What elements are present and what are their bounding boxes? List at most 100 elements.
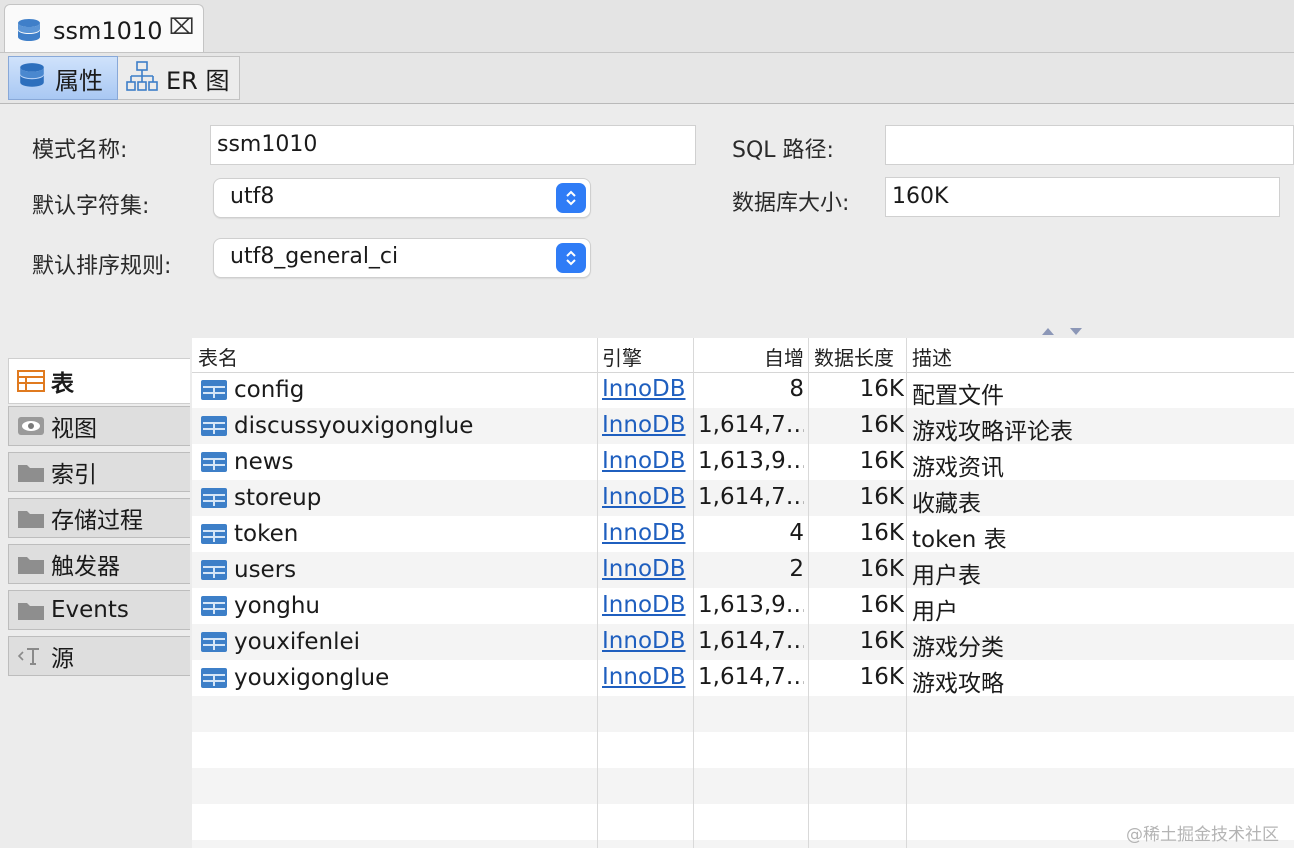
data-length-cell: 16K xyxy=(859,448,904,474)
collation-select[interactable]: utf8_general_ci xyxy=(213,238,591,278)
table-row[interactable]: token InnoDB 4 16K token 表 xyxy=(192,516,1294,552)
comment-cell: 用户表 xyxy=(912,563,981,588)
table-icon xyxy=(200,631,228,653)
sidebar-item-label: 源 xyxy=(51,646,74,672)
table-row[interactable]: youxigonglue InnoDB 1,614,7… 16K 游戏攻略 xyxy=(192,660,1294,696)
table-row[interactable]: news InnoDB 1,613,9… 16K 游戏资讯 xyxy=(192,444,1294,480)
sidebar-item-label: Events xyxy=(51,597,129,623)
comment-cell: 收藏表 xyxy=(912,491,981,516)
table-name: config xyxy=(234,377,305,403)
database-icon xyxy=(15,17,43,49)
data-length-cell: 16K xyxy=(859,592,904,618)
engine-link[interactable]: InnoDB xyxy=(602,516,692,552)
header-engine[interactable]: 引擎 xyxy=(602,338,642,372)
eye-icon xyxy=(17,415,45,437)
engine-link[interactable]: InnoDB xyxy=(602,444,692,480)
engine-link[interactable]: InnoDB xyxy=(602,552,692,588)
data-length-cell: 16K xyxy=(859,556,904,582)
sql-path-label: SQL 路径: xyxy=(732,138,834,163)
engine-link[interactable]: InnoDB xyxy=(602,480,692,516)
table-name-cell: youxifenlei xyxy=(200,624,596,660)
table-name-cell: storeup xyxy=(200,480,596,516)
table-name: users xyxy=(234,557,297,583)
select-stepper-icon[interactable] xyxy=(556,183,586,213)
table-row[interactable]: yonghu InnoDB 1,613,9… 16K 用户 xyxy=(192,588,1294,624)
column-divider[interactable] xyxy=(693,338,694,848)
subtab-bar: 属性 ER 图 xyxy=(0,53,1294,104)
column-divider[interactable] xyxy=(906,338,907,848)
table-icon xyxy=(200,523,228,545)
header-data-length[interactable]: 数据长度 xyxy=(814,338,894,372)
table-name: token xyxy=(234,521,299,547)
tab-er-diagram[interactable]: ER 图 xyxy=(118,56,240,100)
engine-link[interactable]: InnoDB xyxy=(602,624,692,660)
select-stepper-icon[interactable] xyxy=(556,243,586,273)
column-divider[interactable] xyxy=(808,338,809,848)
table-icon xyxy=(200,451,228,473)
comment-cell: 游戏资讯 xyxy=(912,455,1004,480)
table-icon xyxy=(200,379,228,401)
tab-properties[interactable]: 属性 xyxy=(8,56,118,100)
sql-path-field[interactable] xyxy=(885,125,1294,165)
header-auto-increment[interactable]: 自增 xyxy=(698,338,804,372)
table-name: news xyxy=(234,449,294,475)
table-row[interactable]: storeup InnoDB 1,614,7… 16K 收藏表 xyxy=(192,480,1294,516)
tab-title: ssm1010 xyxy=(53,17,163,45)
table-name-cell: yonghu xyxy=(200,588,596,624)
close-tab-icon[interactable]: ⌧ xyxy=(169,15,194,40)
table-row[interactable]: discussyouxigonglue InnoDB 1,614,7… 16K 游戏攻略… xyxy=(192,408,1294,444)
schema-name-label: 模式名称: xyxy=(32,138,128,163)
comment-cell: 用户 xyxy=(912,599,958,624)
comment-cell: 游戏攻略 xyxy=(912,671,1004,696)
table-row[interactable]: config InnoDB 8 16K 配置文件 xyxy=(192,372,1294,408)
collation-label: 默认排序规则: xyxy=(32,254,172,279)
table-name: youxifenlei xyxy=(234,629,361,655)
column-divider[interactable] xyxy=(597,338,598,848)
engine-link[interactable]: InnoDB xyxy=(602,372,692,408)
data-length-cell: 16K xyxy=(859,628,904,654)
sidebar-item-events[interactable]: Events xyxy=(8,590,190,630)
table-row[interactable]: users InnoDB 2 16K 用户表 xyxy=(192,552,1294,588)
charset-select[interactable]: utf8 xyxy=(213,178,591,218)
db-size-label: 数据库大小: xyxy=(732,191,850,216)
folder-icon xyxy=(17,507,45,529)
auto-increment-cell: 1,614,7… xyxy=(698,628,804,654)
data-length-cell: 16K xyxy=(859,412,904,438)
schema-name-field[interactable]: ssm1010 xyxy=(210,125,696,165)
sidebar-item-source[interactable]: 源 xyxy=(8,636,190,676)
engine-link[interactable]: InnoDB xyxy=(602,588,692,624)
engine-link[interactable]: InnoDB xyxy=(602,408,692,444)
sidebar-item-procedures[interactable]: 存储过程 xyxy=(8,498,190,538)
sidebar-item-label: 触发器 xyxy=(51,554,120,580)
charset-label: 默认字符集: xyxy=(32,194,150,219)
table-name-cell: token xyxy=(200,516,596,552)
watermark: @稀土掘金技术社区 xyxy=(1126,825,1279,845)
editor-tab-ssm1010[interactable]: ssm1010 ⌧ xyxy=(4,4,204,52)
sidebar-item-tables[interactable]: 表 xyxy=(8,358,190,404)
database-icon xyxy=(9,61,47,95)
folder-icon xyxy=(17,599,45,621)
grid-header: 表名 引擎 自增 数据长度 描述 xyxy=(192,338,1294,373)
folder-icon xyxy=(17,461,45,483)
comment-cell: token 表 xyxy=(912,527,1007,552)
table-row xyxy=(192,696,1294,732)
table-icon xyxy=(200,415,228,437)
table-name-cell: discussyouxigonglue xyxy=(200,408,596,444)
header-comment[interactable]: 描述 xyxy=(912,338,952,372)
sidebar-item-indexes[interactable]: 索引 xyxy=(8,452,190,492)
sidebar-item-triggers[interactable]: 触发器 xyxy=(8,544,190,584)
editor-tab-strip: ssm1010 ⌧ xyxy=(0,0,1294,53)
header-table-name[interactable]: 表名 xyxy=(198,338,238,372)
table-icon xyxy=(200,559,228,581)
auto-increment-cell: 1,614,7… xyxy=(698,412,804,438)
table-icon xyxy=(200,487,228,509)
sidebar-item-views[interactable]: 视图 xyxy=(8,406,190,446)
engine-link[interactable]: InnoDB xyxy=(602,660,692,696)
table-icon xyxy=(200,667,228,689)
table-name: discussyouxigonglue xyxy=(234,413,474,439)
data-length-cell: 16K xyxy=(859,376,904,402)
table-row[interactable]: youxifenlei InnoDB 1,614,7… 16K 游戏分类 xyxy=(192,624,1294,660)
sidebar-item-label: 表 xyxy=(51,371,74,397)
sidebar-item-label: 索引 xyxy=(51,462,97,488)
table-name: yonghu xyxy=(234,593,321,619)
